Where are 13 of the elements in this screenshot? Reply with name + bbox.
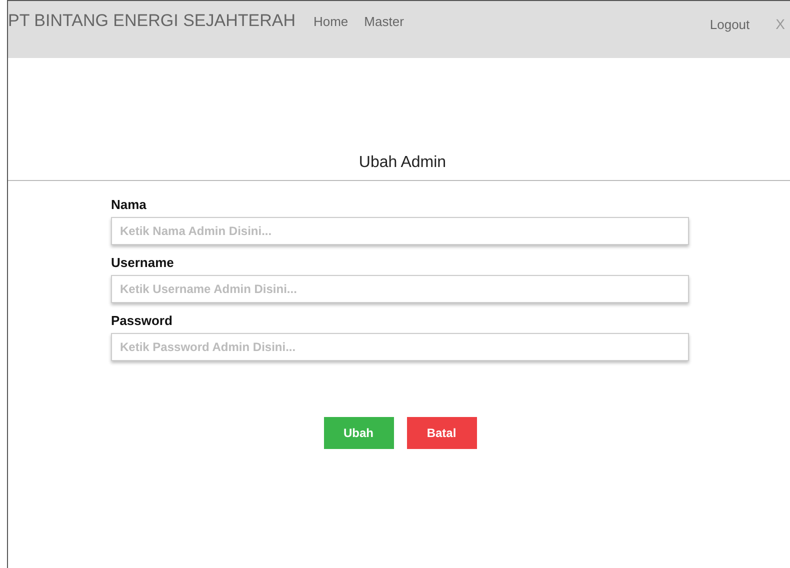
field-label: Password <box>111 313 174 328</box>
field-label: Nama <box>111 197 148 212</box>
nav-link[interactable]: Home <box>313 14 348 29</box>
logout-link[interactable]: Logout <box>710 17 750 32</box>
input-field[interactable]: Ketik Nama Admin Disini... <box>111 217 689 245</box>
input-field[interactable]: Ketik Username Admin Disini... <box>111 275 689 303</box>
field-label: Username <box>111 255 175 270</box>
form-title: Ubah Admin <box>358 154 448 173</box>
input-field[interactable]: Ketik Password Admin Disini... <box>111 333 689 361</box>
submit-button[interactable]: Ubah <box>324 417 394 449</box>
brand-name: PT BINTANG ENERGI SEJAHTERAH <box>8 11 296 31</box>
cancel-button[interactable]: Batal <box>406 417 476 449</box>
nav-link[interactable]: Master <box>364 14 404 29</box>
